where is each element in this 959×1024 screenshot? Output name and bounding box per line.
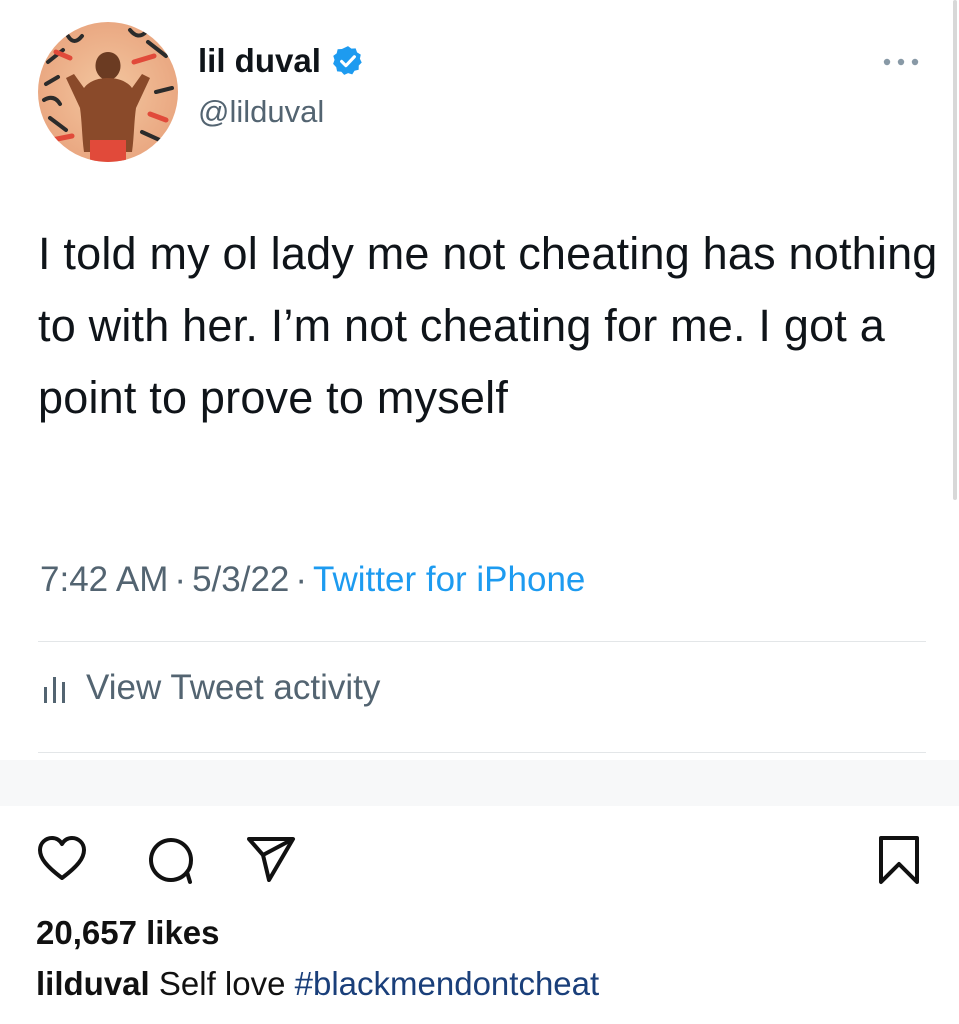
meta-separator: · [174, 560, 187, 599]
display-name-row[interactable]: lil duval [198, 42, 365, 80]
tweet-text: I told my ol lady me not cheating has no… [38, 228, 938, 423]
display-name[interactable]: lil duval [198, 42, 321, 80]
caption-username[interactable]: lilduval [36, 965, 150, 1002]
scrollbar[interactable] [953, 0, 957, 500]
share-icon[interactable] [245, 834, 297, 886]
tweet-metadata: 7:42 AM · 5/3/22 · Twitter for iPhone [40, 560, 585, 600]
profile-avatar[interactable] [38, 22, 178, 162]
caption-hashtag[interactable]: #blackmendontcheat [295, 965, 600, 1002]
view-tweet-activity-button[interactable]: View Tweet activity [40, 668, 380, 708]
user-handle[interactable]: @lilduval [198, 94, 324, 130]
section-separator [0, 760, 959, 806]
meta-separator: · [295, 560, 308, 599]
post-caption: lilduval Self love #blackmendontcheat [36, 965, 599, 1003]
post-action-bar [0, 806, 959, 916]
verified-badge-icon [331, 44, 365, 78]
more-options-icon[interactable] [881, 55, 921, 69]
tweet-time[interactable]: 7:42 AM [40, 560, 168, 599]
view-tweet-activity-label: View Tweet activity [86, 668, 381, 707]
tweet-source-link[interactable]: Twitter for iPhone [313, 560, 585, 599]
bar-chart-icon [40, 671, 70, 705]
tweet-date[interactable]: 5/3/22 [192, 560, 289, 599]
divider [38, 641, 926, 642]
tweet-card: lil duval @lilduval I told my ol lady me… [0, 0, 959, 760]
likes-count[interactable]: 20,657 likes [36, 914, 220, 952]
heart-icon[interactable] [36, 834, 88, 886]
bookmark-icon[interactable] [873, 834, 925, 886]
comment-icon[interactable] [143, 834, 195, 886]
caption-text: Self love [158, 965, 286, 1002]
divider [38, 752, 926, 753]
avatar-image [38, 22, 178, 162]
